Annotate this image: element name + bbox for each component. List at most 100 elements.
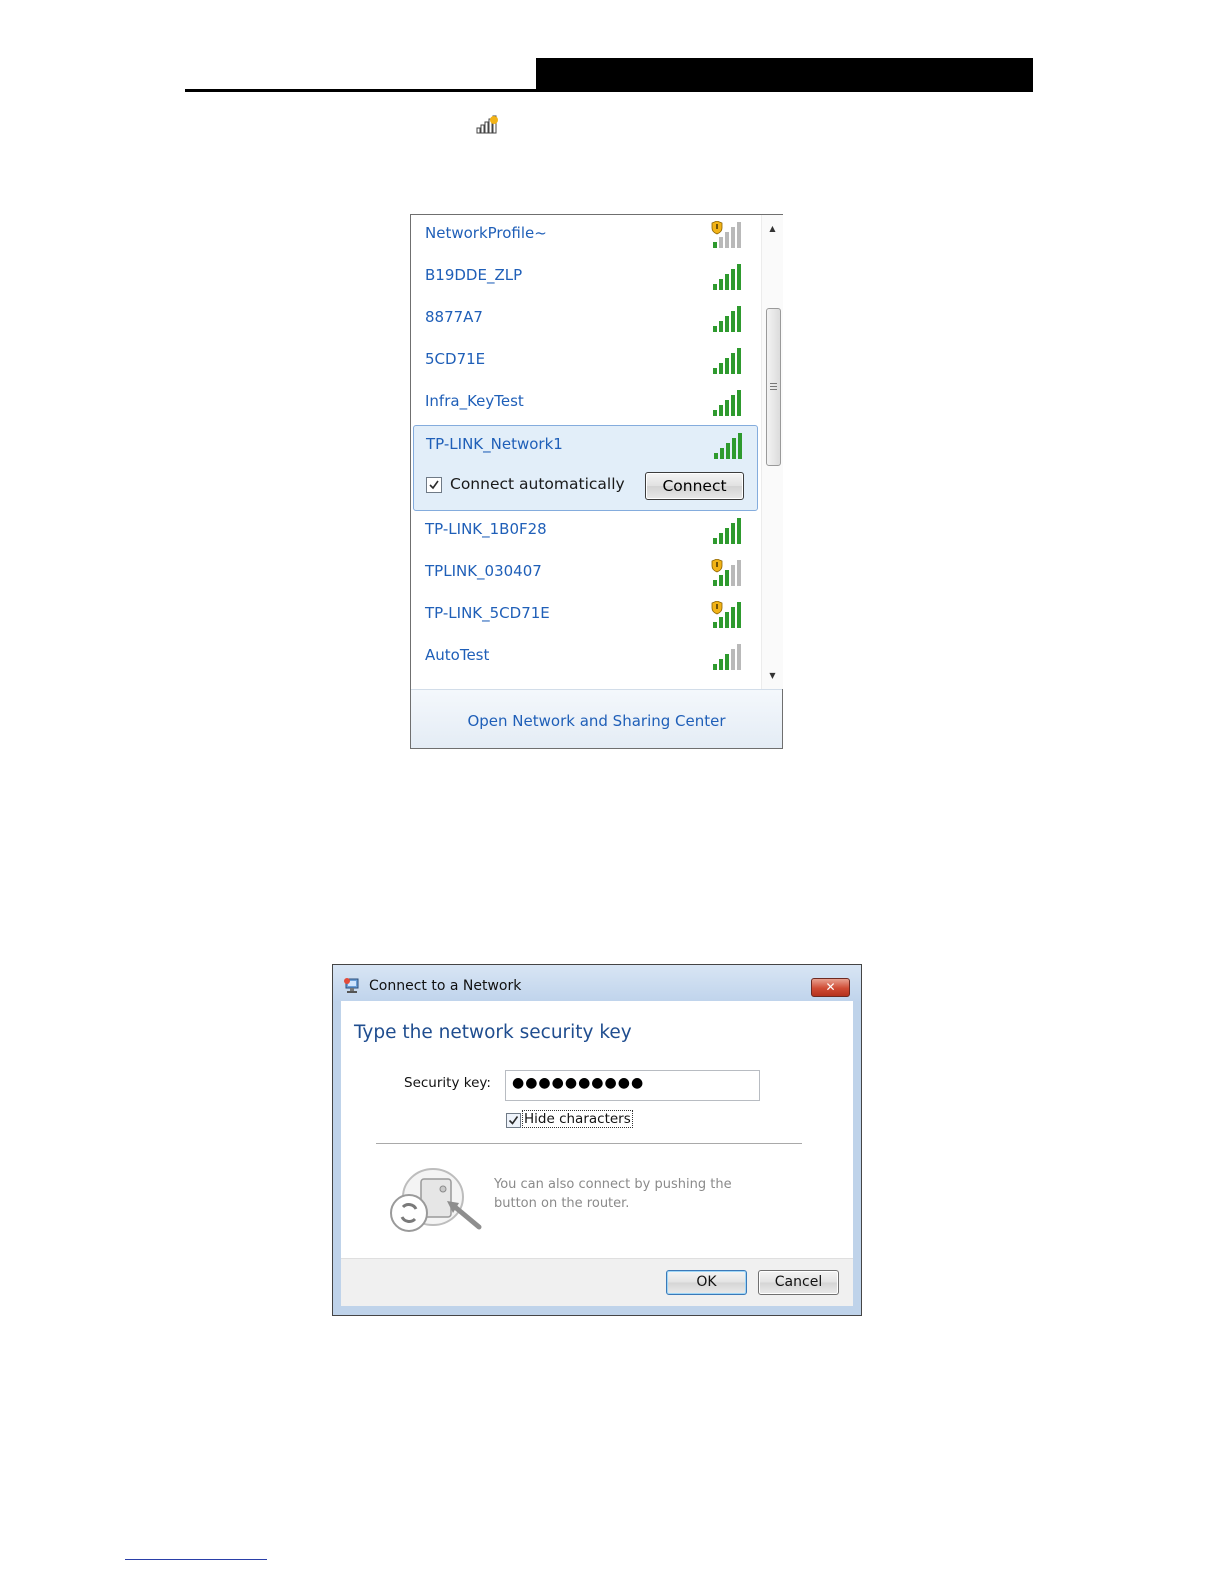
dialog-body: Type the network security key Security k…	[341, 1001, 853, 1258]
signal-bar	[731, 395, 735, 416]
warning-exclamation-mark	[716, 562, 718, 567]
network-name: NetworkProfile~	[425, 224, 547, 242]
signal-bar	[725, 654, 729, 670]
network-list-scrollbar[interactable]: ▲ ▼	[761, 215, 783, 689]
signal-bar	[713, 580, 717, 586]
open-network-sharing-center-link[interactable]: Open Network and Sharing Center	[411, 712, 782, 730]
close-icon[interactable]: ✕	[811, 978, 850, 997]
signal-strength-icon	[713, 518, 741, 544]
connect-to-network-dialog: Connect to a Network ✕ Type the network …	[332, 964, 862, 1316]
network-item[interactable]: NetworkProfile~	[411, 215, 761, 257]
signal-bar	[738, 433, 742, 459]
signal-bar	[713, 284, 717, 290]
signal-bar	[719, 279, 723, 290]
network-name: 5CD71E	[425, 350, 486, 368]
network-item[interactable]: AutoTest	[411, 637, 761, 679]
network-item[interactable]: TPLINK_030407	[411, 553, 761, 595]
signal-bar	[713, 242, 717, 248]
page-header-bar	[536, 58, 1033, 92]
signal-strength-icon	[713, 306, 741, 332]
signal-bar	[725, 528, 729, 544]
network-item[interactable]: B19DDE_ZLP	[411, 257, 761, 299]
network-name: B19DDE_ZLP	[425, 266, 523, 284]
signal-bar	[737, 518, 741, 544]
ok-button[interactable]: OK	[666, 1270, 747, 1295]
signal-bar	[719, 533, 723, 544]
checkmark-icon	[508, 1116, 519, 1125]
signal-bar	[713, 326, 717, 332]
scroll-up-arrow-icon[interactable]: ▲	[762, 220, 783, 238]
signal-strength-icon	[713, 390, 741, 416]
signal-bar	[725, 274, 729, 290]
signal-bar	[725, 316, 729, 332]
wireless-network-list-panel: NetworkProfile~ B19DDE_ZLP 8877A7 5CD71E…	[410, 214, 783, 749]
signal-bar	[731, 353, 735, 374]
checkmark-icon	[429, 480, 439, 490]
cancel-button[interactable]: Cancel	[758, 1270, 839, 1295]
signal-strength-icon	[711, 221, 741, 248]
dialog-titlebar[interactable]: Connect to a Network ✕	[333, 965, 861, 1001]
signal-strength-icon	[713, 264, 741, 290]
network-panel-footer: Open Network and Sharing Center	[411, 689, 782, 748]
signal-bar	[737, 306, 741, 332]
signal-bar	[731, 227, 735, 248]
signal-strength-icon	[711, 559, 741, 586]
signal-bar	[737, 222, 741, 248]
network-list: NetworkProfile~ B19DDE_ZLP 8877A7 5CD71E…	[411, 215, 761, 689]
signal-bar	[719, 321, 723, 332]
network-name: TP-LINK_5CD71E	[425, 604, 550, 622]
signal-bar	[731, 565, 735, 586]
connect-automatically-checkbox[interactable]	[426, 477, 442, 493]
signal-bar	[719, 363, 723, 374]
network-name: TP-LINK_Network1	[426, 435, 563, 453]
signal-bar	[737, 602, 741, 628]
signal-bar	[737, 560, 741, 586]
dialog-heading: Type the network security key	[354, 1022, 632, 1043]
hide-characters-label[interactable]: Hide characters	[522, 1110, 633, 1128]
signal-bar	[737, 390, 741, 416]
dialog-button-bar: OK Cancel	[341, 1258, 853, 1306]
network-name: TP-LINK_1B0F28	[425, 520, 547, 538]
connect-automatically-label: Connect automatically	[450, 475, 625, 493]
signal-bar	[713, 410, 717, 416]
signal-strength-icon	[711, 601, 741, 628]
network-name: Infra_KeyTest	[425, 392, 524, 410]
signal-bar	[719, 405, 723, 416]
network-item[interactable]: 5CD71E	[411, 341, 761, 383]
scrollbar-thumb[interactable]	[766, 308, 781, 466]
signal-bar	[714, 453, 718, 459]
network-item-selected[interactable]: TP-LINK_Network1 Connect automatically C…	[413, 425, 758, 511]
signal-bar	[719, 237, 723, 248]
network-name: 8877A7	[425, 308, 483, 326]
signal-bar	[725, 232, 729, 248]
network-item[interactable]: TP-LINK_5CD71E	[411, 595, 761, 637]
wps-push-button-illustration	[390, 1168, 482, 1232]
security-key-label: Security key:	[404, 1075, 491, 1091]
dialog-separator	[376, 1143, 802, 1144]
network-name: TPLINK_030407	[425, 562, 542, 580]
signal-strength-icon	[713, 644, 741, 670]
wps-hint-text: You can also connect by pushing the butt…	[494, 1177, 732, 1211]
signal-strength-icon	[714, 433, 742, 459]
signal-bar	[713, 622, 717, 628]
connect-button[interactable]: Connect	[645, 472, 744, 500]
signal-bar	[732, 438, 736, 459]
signal-bar	[713, 664, 717, 670]
signal-bar	[731, 311, 735, 332]
signal-bar	[725, 612, 729, 628]
scroll-down-arrow-icon[interactable]: ▼	[762, 667, 783, 685]
signal-bar	[737, 644, 741, 670]
signal-strength-icon	[713, 348, 741, 374]
page-footer-rule	[125, 1559, 267, 1560]
network-item[interactable]: Infra_KeyTest	[411, 383, 761, 425]
signal-bar	[726, 443, 730, 459]
network-item[interactable]: 8877A7	[411, 299, 761, 341]
signal-bar	[719, 575, 723, 586]
network-item[interactable]: TP-LINK_1B0F28	[411, 511, 761, 553]
hide-characters-checkbox[interactable]	[506, 1113, 521, 1128]
signal-bar	[731, 523, 735, 544]
signal-bar	[713, 538, 717, 544]
signal-bar	[725, 570, 729, 586]
security-key-input[interactable]: ●●●●●●●●●●	[505, 1070, 760, 1101]
signal-bar	[725, 358, 729, 374]
